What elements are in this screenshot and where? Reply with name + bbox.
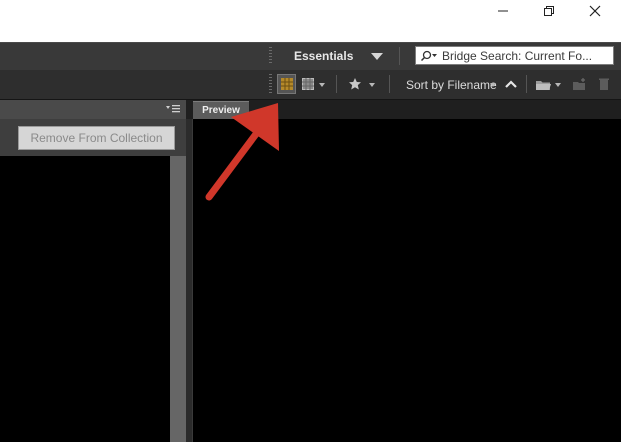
annotation-arrow-icon — [205, 103, 279, 201]
